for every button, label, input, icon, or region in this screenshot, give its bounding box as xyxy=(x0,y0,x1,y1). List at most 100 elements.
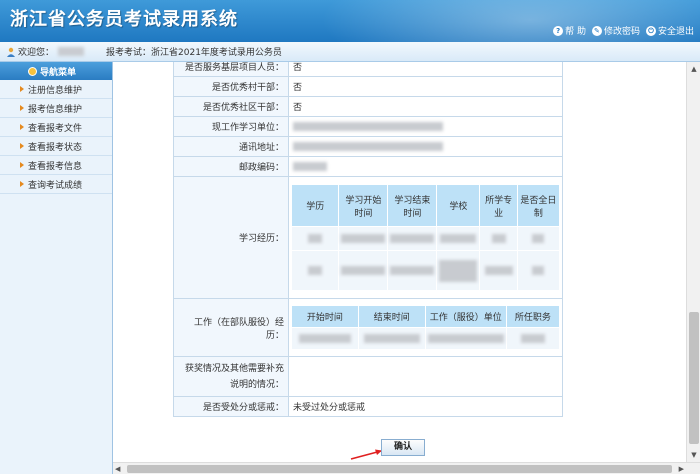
arrow-right-icon xyxy=(20,124,24,130)
table-row: 学习经历： 学历 学习开始时间 学习结束时间 学校 所学专业 是否全日制 xyxy=(173,176,563,299)
table-row: 是否服务基层项目人员： 否 xyxy=(173,62,563,77)
column-header: 是否全日制 xyxy=(516,184,561,227)
row-value: 否 xyxy=(288,76,563,97)
table-row: 现工作学习单位： xyxy=(173,116,563,137)
row-label: 是否受处分或惩戒： xyxy=(173,396,289,417)
row-label: 邮政编码： xyxy=(173,156,289,177)
change-password-label: 修改密码 xyxy=(603,27,640,37)
row-value xyxy=(288,356,563,397)
arrow-right-icon xyxy=(20,105,24,111)
sidebar-item-status[interactable]: 查看报考状态 xyxy=(0,137,112,156)
nav-bullet-icon xyxy=(28,66,37,76)
header-banner: 浙江省公务员考试录用系统 ? 帮 助 ✎ 修改密码 ⏻ 安全退出 xyxy=(0,0,700,42)
help-icon: ? xyxy=(553,25,564,36)
sidebar-item-scores[interactable]: 查询考试成绩 xyxy=(0,175,112,194)
help-link[interactable]: ? 帮 助 xyxy=(553,24,586,37)
column-header: 所学专业 xyxy=(479,184,518,227)
row-label: 获奖情况及其他需要补充说明的情况： xyxy=(173,356,289,397)
red-arrow-annotation xyxy=(350,449,382,460)
table-cell-redacted xyxy=(291,327,359,350)
table-row xyxy=(290,250,561,291)
scroll-up-icon[interactable]: ▲ xyxy=(687,62,700,76)
study-history-table: 学历 学习开始时间 学习结束时间 学校 所学专业 是否全日制 xyxy=(290,184,561,291)
table-cell-redacted xyxy=(479,250,518,291)
row-label: 是否优秀村干部： xyxy=(173,76,289,97)
sidebar-item-label: 注册信息维护 xyxy=(28,85,83,96)
row-label: 是否优秀社区干部： xyxy=(173,96,289,117)
row-value-redacted xyxy=(288,116,563,137)
app-root: 浙江省公务员考试录用系统 ? 帮 助 ✎ 修改密码 ⏻ 安全退出 欢迎您： 报考… xyxy=(0,0,700,474)
change-password-link[interactable]: ✎ 修改密码 xyxy=(591,24,640,37)
main-content: 是否服务基层项目人员： 否 是否优秀村干部： 否 是否优秀社区干部： 否 现工作… xyxy=(113,62,686,462)
app-title: 浙江省公务员考试录用系统 xyxy=(10,9,238,30)
sidebar-item-label: 查看报考状态 xyxy=(28,142,83,153)
arrow-right-icon xyxy=(20,86,24,92)
table-row: 邮政编码： xyxy=(173,156,563,177)
table-cell-redacted xyxy=(290,226,340,251)
vertical-scrollbar[interactable]: ▲ ▼ xyxy=(686,62,700,462)
confirm-button[interactable]: 确认 xyxy=(381,439,425,456)
row-value: 否 xyxy=(288,96,563,117)
table-cell-redacted xyxy=(338,250,389,291)
row-label: 工作（在部队服役）经历： xyxy=(173,298,289,357)
table-cell-redacted xyxy=(290,250,340,291)
row-value: 未受过处分或惩戒 xyxy=(288,396,563,417)
column-header: 学习结束时间 xyxy=(387,184,438,227)
table-cell-redacted xyxy=(424,327,507,350)
table-row: 是否优秀社区干部： 否 xyxy=(173,96,563,117)
table-cell-redacted xyxy=(516,250,561,291)
horizontal-scrollbar[interactable]: ◀ ▶ xyxy=(113,462,700,474)
arrow-right-icon xyxy=(20,143,24,149)
row-value-redacted xyxy=(288,156,563,177)
table-header-row: 开始时间 结束时间 工作（服役）单位 所任职务 xyxy=(291,305,561,328)
table-cell-redacted xyxy=(338,226,389,251)
arrow-right-icon xyxy=(20,181,24,187)
logout-link[interactable]: ⏻ 安全退出 xyxy=(645,24,694,37)
user-bar: 欢迎您： 报考考试：浙江省2021年度考试录用公务员 xyxy=(0,42,700,62)
table-cell-redacted xyxy=(436,226,481,251)
sidebar-item-files[interactable]: 查看报考文件 xyxy=(0,118,112,137)
sidebar: 导航菜单 注册信息维护 报考信息维护 查看报考文件 查看报考状态 查看报考信息 … xyxy=(0,62,113,474)
column-header: 工作（服役）单位 xyxy=(424,305,507,328)
column-header: 开始时间 xyxy=(291,305,359,328)
row-label: 是否服务基层项目人员： xyxy=(173,62,289,77)
sidebar-item-info[interactable]: 查看报考信息 xyxy=(0,156,112,175)
work-history-cell: 开始时间 结束时间 工作（服役）单位 所任职务 xyxy=(288,298,563,357)
row-label: 通讯地址： xyxy=(173,136,289,157)
top-links: ? 帮 助 ✎ 修改密码 ⏻ 安全退出 xyxy=(553,24,694,37)
nav-heading-label: 导航菜单 xyxy=(40,67,77,78)
work-history-table: 开始时间 结束时间 工作（服役）单位 所任职务 xyxy=(291,305,561,350)
table-cell-redacted xyxy=(505,327,561,350)
table-row: 通讯地址： xyxy=(173,136,563,157)
sidebar-item-application[interactable]: 报考信息维护 xyxy=(0,99,112,118)
row-label: 现工作学习单位： xyxy=(173,116,289,137)
column-header: 学历 xyxy=(290,184,340,227)
sidebar-item-registration[interactable]: 注册信息维护 xyxy=(0,80,112,99)
help-label: 帮 助 xyxy=(565,27,586,37)
scroll-left-icon[interactable]: ◀ xyxy=(115,463,120,474)
sidebar-item-label: 查询考试成绩 xyxy=(28,180,83,191)
user-icon xyxy=(7,47,15,57)
column-header: 结束时间 xyxy=(357,305,426,328)
table-row: 是否优秀村干部： 否 xyxy=(173,76,563,97)
logout-label: 安全退出 xyxy=(657,27,694,37)
column-header: 所任职务 xyxy=(505,305,561,328)
table-cell-redacted xyxy=(516,226,561,251)
scroll-thumb[interactable] xyxy=(127,465,672,473)
nav-heading: 导航菜单 xyxy=(0,62,112,80)
table-row xyxy=(291,327,561,350)
row-value-redacted xyxy=(288,136,563,157)
arrow-right-icon xyxy=(20,162,24,168)
column-header: 学校 xyxy=(436,184,481,227)
scroll-right-icon[interactable]: ▶ xyxy=(679,463,684,474)
sidebar-item-label: 报考信息维护 xyxy=(28,104,83,115)
table-row: 获奖情况及其他需要补充说明的情况： xyxy=(173,356,563,397)
table-cell-redacted xyxy=(436,250,481,291)
application-info-table: 是否服务基层项目人员： 否 是否优秀村干部： 否 是否优秀社区干部： 否 现工作… xyxy=(173,62,563,417)
table-header-row: 学历 学习开始时间 学习结束时间 学校 所学专业 是否全日制 xyxy=(290,184,561,227)
scroll-thumb[interactable] xyxy=(689,312,699,444)
scroll-down-icon[interactable]: ▼ xyxy=(687,448,700,462)
table-row xyxy=(290,226,561,251)
lock-icon: ✎ xyxy=(591,25,602,36)
exam-label: 报考考试：浙江省2021年度考试录用公务员 xyxy=(106,48,282,58)
